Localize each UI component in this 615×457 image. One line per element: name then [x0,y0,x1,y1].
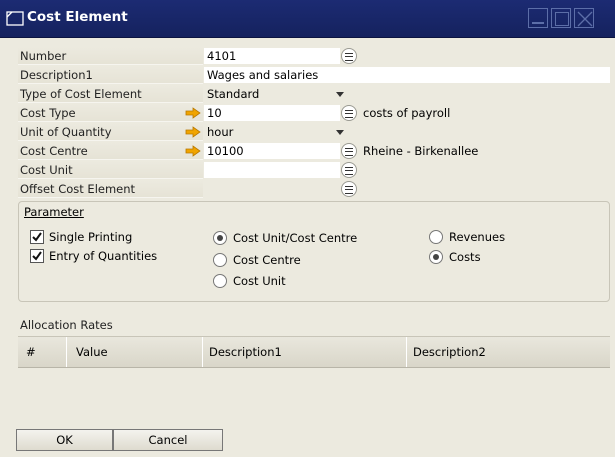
number-lookup-icon[interactable] [341,48,357,64]
offset-cost-element-row: Offset Cost Element [18,180,610,198]
link-arrow-icon[interactable] [185,107,201,119]
close-button[interactable] [574,8,594,28]
column-header-description1[interactable]: Description1 [203,337,407,367]
number-label: Number [18,47,203,65]
type-of-cost-element-row: Type of Cost Element Standard [18,85,610,103]
cost-unit-row: Cost Unit [18,161,610,179]
cost-unit-radio-label: Cost Unit [233,274,286,288]
revenues-label: Revenues [449,230,506,244]
cost-centre-row: Cost Centre 10100 Rheine - Birkenallee [18,142,610,160]
cost-type-label: Cost Type [18,104,203,122]
chevron-down-icon [336,130,344,135]
description1-field[interactable]: Wages and salaries [204,67,610,83]
cost-unit-lookup-icon[interactable] [341,162,357,178]
type-of-cost-element-value: Standard [207,87,260,101]
offset-cost-element-description [360,181,610,197]
ok-button[interactable]: OK [16,429,113,451]
description1-row: Description1 Wages and salaries [18,66,610,84]
type-of-cost-element-label: Type of Cost Element [18,85,203,103]
cost-unit-description [360,162,610,178]
allocation-rates-table-body[interactable] [18,368,610,420]
window-icon [6,11,24,26]
cost-unit-label: Cost Unit [18,161,203,179]
title-bar[interactable]: Cost Element [0,0,615,38]
cost-type-field[interactable]: 10 [204,105,340,121]
link-arrow-icon[interactable] [185,145,201,157]
close-icon [577,11,593,27]
type-of-cost-element-select[interactable]: Standard [204,86,352,102]
cost-type-description: costs of payroll [360,105,610,121]
number-row: Number 4101 [18,47,610,65]
parameter-group: Parameter Single Printing Entry of Quant… [18,201,610,302]
number-field[interactable]: 4101 [204,48,340,64]
allocation-rates-table-header: # Value Description1 Description2 [18,336,610,368]
entry-of-quantities-checkbox[interactable] [30,249,44,263]
column-header-value[interactable]: Value [67,337,203,367]
entry-of-quantities-label: Entry of Quantities [49,249,158,263]
unit-of-quantity-row: Unit of Quantity hour [18,123,610,141]
cost-centre-lookup-icon[interactable] [341,143,357,159]
cost-centre-description: Rheine - Birkenallee [360,143,610,159]
costs-radio[interactable] [429,250,443,264]
cost-type-row: Cost Type 10 costs of payroll [18,104,610,122]
unit-of-quantity-select[interactable]: hour [204,124,352,140]
cost-centre-label: Cost Centre [18,142,203,160]
chevron-down-icon [336,92,344,97]
cost-type-lookup-icon[interactable] [341,105,357,121]
cost-centre-radio-label: Cost Centre [233,253,301,267]
offset-cost-element-lookup-icon[interactable] [341,181,357,197]
check-icon [32,232,42,242]
cost-unit-field[interactable] [204,162,340,178]
window-title: Cost Element [27,9,128,25]
cost-unit-cost-centre-radio[interactable] [213,231,227,245]
cost-unit-radio[interactable] [213,274,227,288]
unit-of-quantity-label: Unit of Quantity [18,123,203,141]
column-header-number[interactable]: # [18,337,67,367]
cost-element-window: Cost Element Number 4101 Description1 Wa… [0,0,615,457]
minimize-button[interactable] [528,8,548,28]
offset-cost-element-field[interactable] [204,181,340,197]
cost-unit-cost-centre-label: Cost Unit/Cost Centre [233,231,358,245]
allocation-rates-title: Allocation Rates [20,318,113,332]
cost-centre-radio[interactable] [213,253,227,267]
check-icon [32,251,42,261]
column-header-description2[interactable]: Description2 [407,337,610,367]
link-arrow-icon[interactable] [185,126,201,138]
revenues-radio[interactable] [429,230,443,244]
unit-of-quantity-value: hour [207,125,234,139]
costs-label: Costs [449,250,481,264]
description1-label: Description1 [18,66,203,84]
offset-cost-element-label: Offset Cost Element [18,180,203,198]
cost-centre-field[interactable]: 10100 [204,143,340,159]
maximize-button[interactable] [551,8,571,28]
single-printing-checkbox[interactable] [30,230,44,244]
single-printing-label: Single Printing [49,230,133,244]
cancel-button[interactable]: Cancel [113,429,223,451]
parameter-title: Parameter [24,205,84,219]
